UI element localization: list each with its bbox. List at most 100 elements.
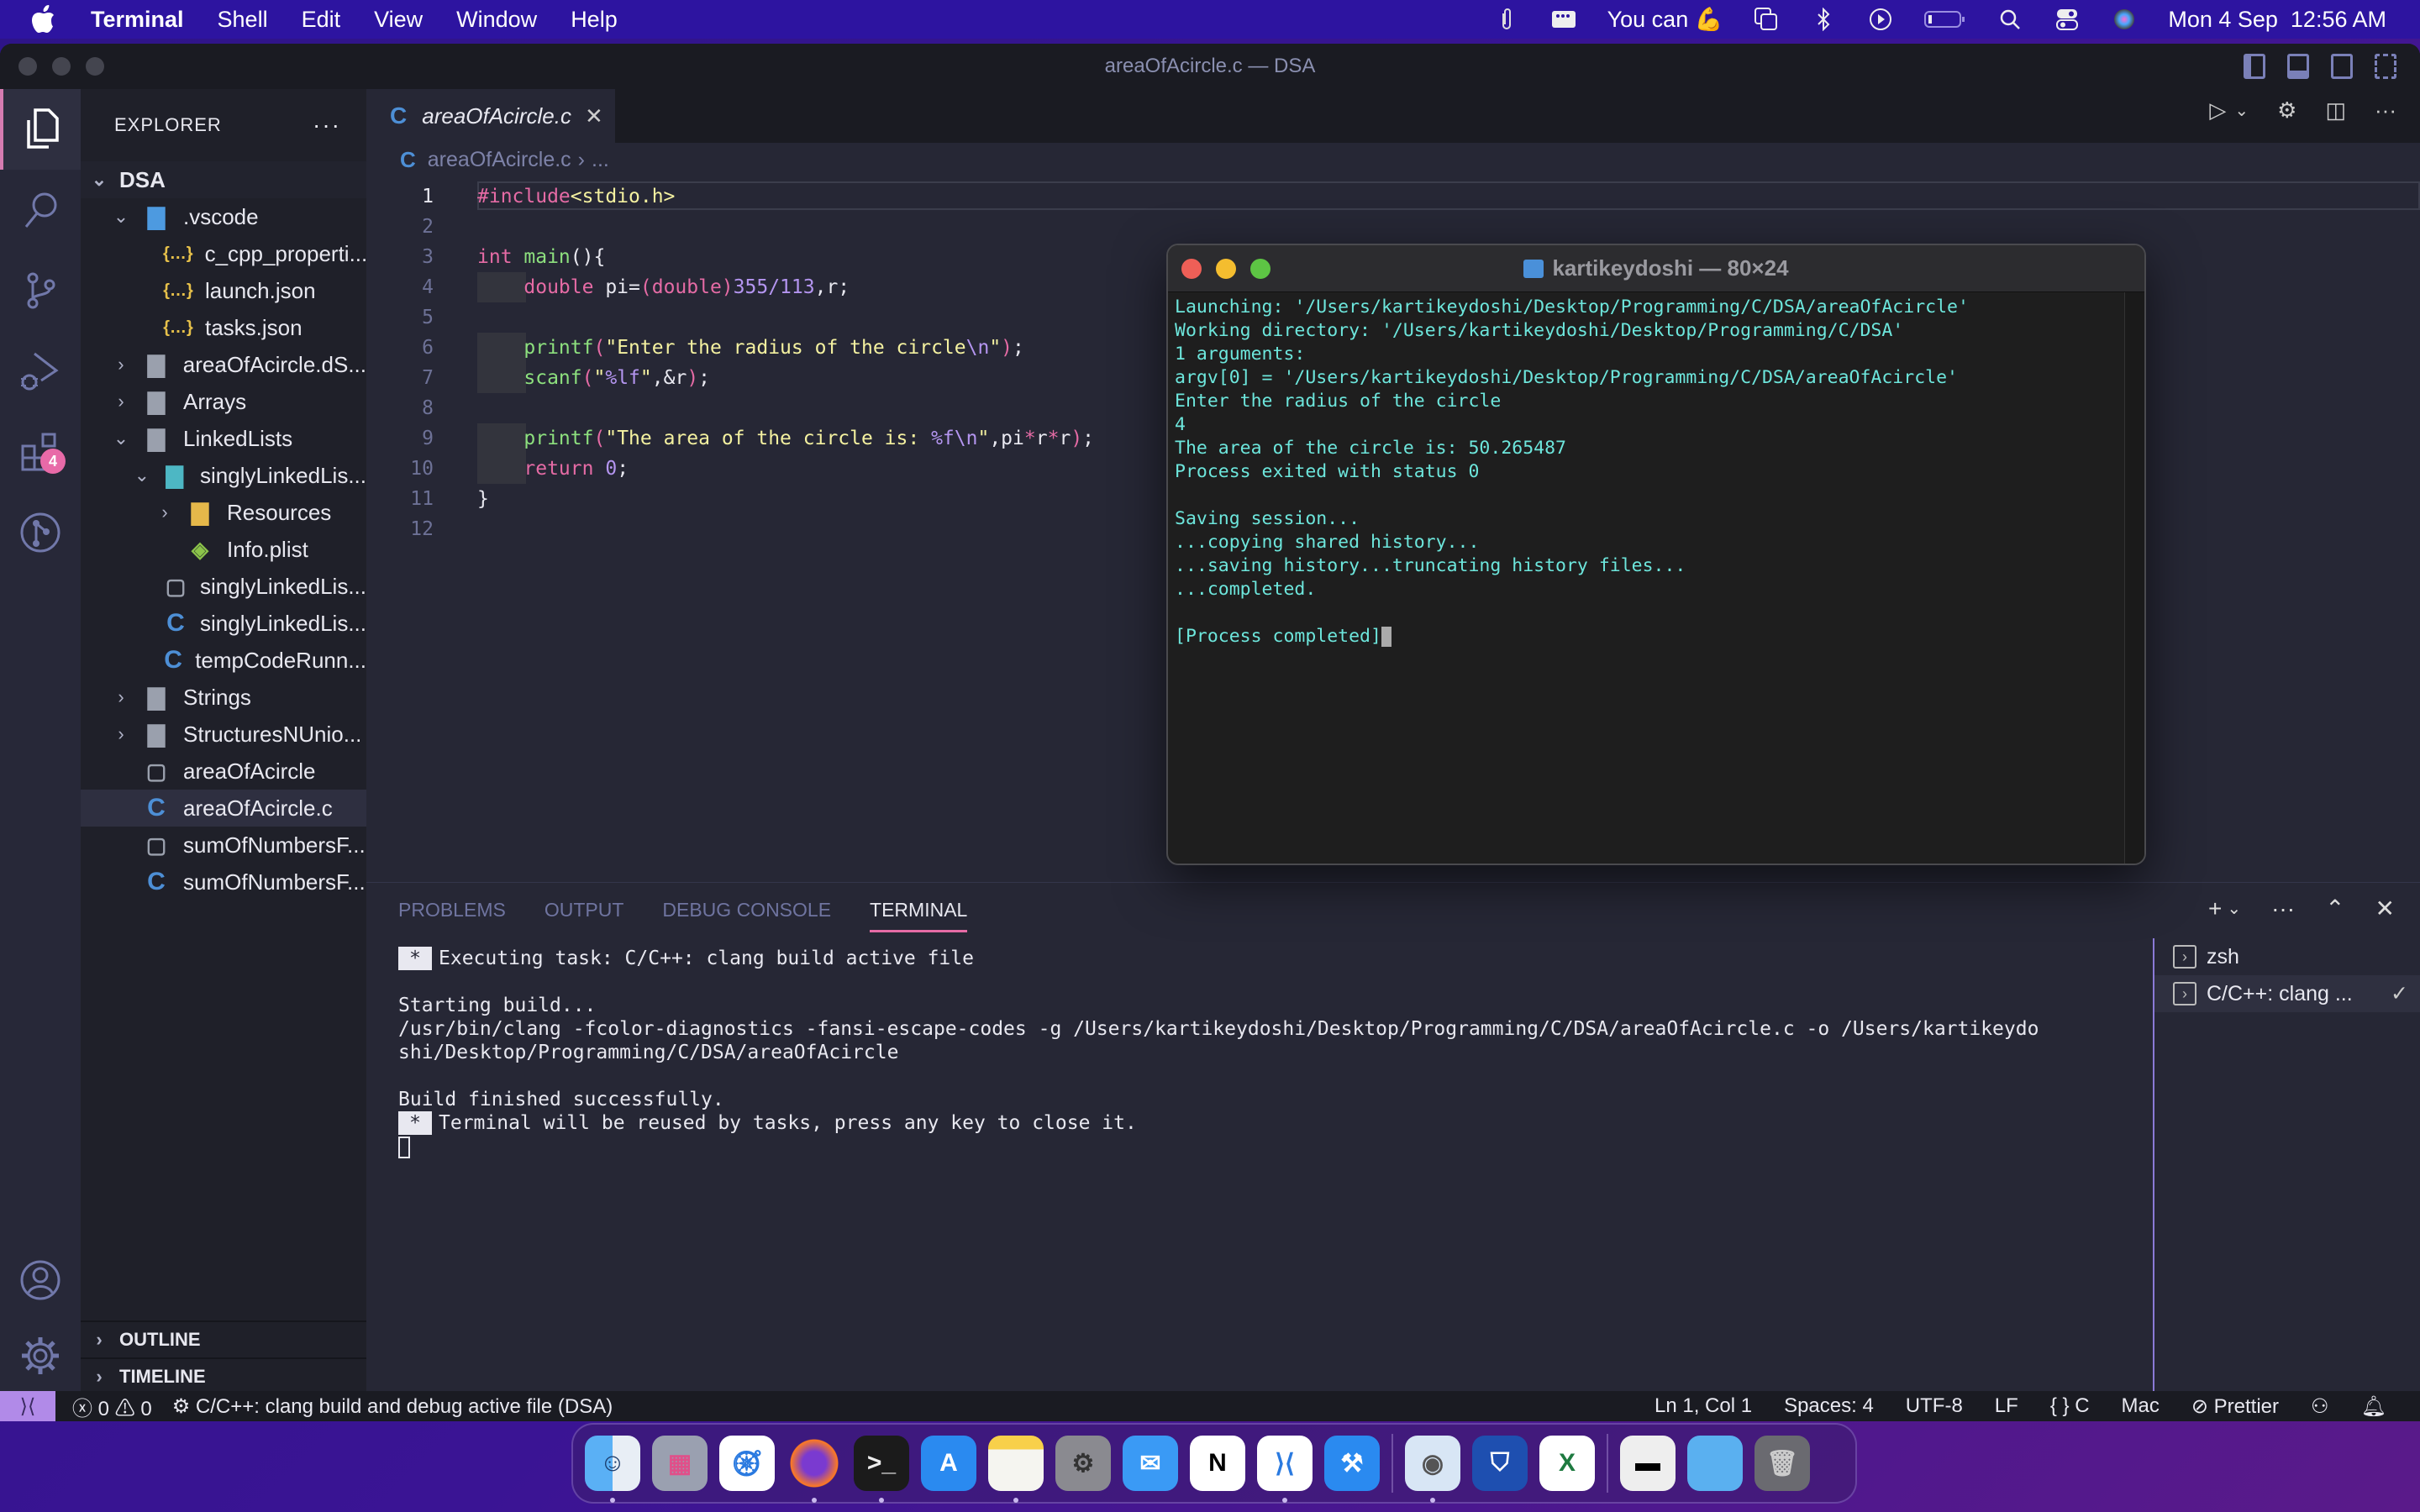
tree-item[interactable]: CareaOfAcircle.c (81, 790, 366, 827)
debug-task-status[interactable]: ⚙ C/C++: clang build and debug active fi… (172, 1394, 613, 1419)
dock-app-terminal[interactable]: >_ (854, 1436, 909, 1503)
battery-icon[interactable] (1924, 8, 1966, 31)
activity-accounts[interactable] (0, 1240, 81, 1320)
menu-shell[interactable]: Shell (218, 7, 268, 33)
terminal-minimize-button[interactable] (1216, 259, 1236, 279)
dock-app-bitwarden[interactable]: ⛉ (1472, 1436, 1528, 1491)
run-options-chevron-icon[interactable]: ⌄ (2234, 100, 2249, 121)
integrated-terminal[interactable]: * Executing task: C/C++: clang build acti… (398, 947, 2039, 1158)
cursor-position[interactable]: Ln 1, Col 1 (1655, 1394, 1752, 1418)
remote-indicator-icon[interactable]: ⟩⟨ (0, 1391, 55, 1421)
activity-explorer[interactable] (0, 89, 81, 170)
dock-app-finder[interactable]: ☺ (585, 1436, 640, 1503)
language-mode[interactable]: { } C (2050, 1394, 2090, 1418)
platform[interactable]: Mac (2122, 1394, 2160, 1418)
end-of-line[interactable]: LF (1995, 1394, 2018, 1418)
dock-app-visual-studio-code[interactable]: ⟩⟨ (1257, 1436, 1313, 1503)
menu-help[interactable]: Help (571, 7, 618, 33)
editor-more-icon[interactable]: ··· (2375, 97, 2396, 123)
dock-app-firefox[interactable] (786, 1436, 842, 1503)
apple-menu-icon[interactable] (32, 4, 59, 34)
terminal-close-button[interactable] (1181, 259, 1202, 279)
settings-gear-icon[interactable]: ⚙ (2277, 97, 2296, 123)
menu-datetime[interactable]: Mon 4 Sep 12:56 AM (2168, 7, 2386, 33)
timeline-section[interactable]: › TIMELINE (81, 1357, 366, 1394)
zoom-window-button[interactable] (86, 57, 104, 76)
tree-item[interactable]: CsinglyLinkedLis... (81, 605, 366, 642)
problems-status[interactable]: ⓧ 0 ⚠ 0 (72, 1392, 152, 1421)
dock-app-xcode[interactable]: ⚒ (1324, 1436, 1380, 1491)
dock-app-mail[interactable]: ✉ (1123, 1436, 1178, 1491)
activity-manage[interactable] (0, 1315, 81, 1396)
tree-item[interactable]: {…} tasks.json (81, 309, 366, 346)
terminal-item-zsh[interactable]: › zsh (2154, 938, 2420, 975)
breadcrumb-file[interactable]: areaOfAcircle.c (428, 148, 571, 172)
feedback-icon[interactable]: ⚇ (2311, 1394, 2329, 1419)
siri-icon[interactable] (2111, 8, 2138, 31)
customize-layout-icon[interactable] (2375, 54, 2396, 79)
menu-view[interactable]: View (374, 7, 423, 33)
dock-app-app-store[interactable]: A (921, 1436, 976, 1491)
dock-app-system-settings[interactable]: ⚙ (1055, 1436, 1111, 1491)
dock-app-microsoft-excel[interactable]: X (1539, 1436, 1595, 1491)
explorer-more-button[interactable]: ··· (313, 112, 341, 139)
tree-item[interactable]: ⌄ ▇ .vscode (81, 198, 366, 235)
tree-item[interactable]: ⌄ ▇ singlyLinkedLis... (81, 457, 366, 494)
encoding[interactable]: UTF-8 (1906, 1394, 1963, 1418)
status-text[interactable]: You can 💪 (1607, 6, 1723, 33)
dock-app-downloads[interactable] (1687, 1436, 1743, 1491)
tree-item[interactable]: CtempCodeRunn... (81, 642, 366, 679)
tab-terminal[interactable]: TERMINAL (870, 888, 968, 932)
menu-app-name[interactable]: Terminal (91, 7, 184, 33)
menu-window[interactable]: Window (456, 7, 537, 33)
toggle-panel-icon[interactable] (2287, 54, 2309, 79)
tree-item[interactable]: ◈ Info.plist (81, 531, 366, 568)
tree-item[interactable]: ▢ singlyLinkedLis... (81, 568, 366, 605)
play-icon[interactable] (1867, 8, 1894, 31)
toggle-primary-sidebar-icon[interactable] (2244, 54, 2265, 79)
menu-extra-icon[interactable] (1550, 8, 1577, 31)
activity-source-control[interactable] (0, 250, 81, 331)
tree-item[interactable]: ▢ sumOfNumbersF... (81, 827, 366, 864)
tree-item[interactable]: {…} c_cpp_properti... (81, 235, 367, 272)
terminal-item-clang[interactable]: › C/C++: clang ... ✓ (2154, 975, 2420, 1012)
tree-item[interactable]: ⌄ ▇ LinkedLists (81, 420, 366, 457)
terminal-output[interactable]: Launching: '/Users/kartikeydoshi/Desktop… (1175, 296, 1969, 648)
new-terminal-icon[interactable]: + (2208, 895, 2222, 922)
tree-root-dsa[interactable]: ⌄ DSA (81, 161, 366, 198)
tab-debug-console[interactable]: DEBUG CONSOLE (662, 899, 831, 921)
menu-edit[interactable]: Edit (302, 7, 341, 33)
terminal-scrollbar[interactable] (2124, 292, 2144, 864)
close-panel-icon[interactable]: ✕ (2375, 895, 2395, 922)
close-tab-icon[interactable]: ✕ (585, 103, 603, 129)
breadcrumb-more[interactable]: ... (592, 148, 609, 172)
dock-app-notion[interactable]: N (1190, 1436, 1245, 1491)
dock-app-screenshot[interactable]: ▬ (1620, 1436, 1676, 1491)
tree-item[interactable]: › ▇ Arrays (81, 383, 366, 420)
outline-section[interactable]: › OUTLINE (81, 1320, 366, 1357)
panel-more-icon[interactable]: ··· (2271, 895, 2295, 922)
activity-run-debug[interactable] (0, 331, 81, 412)
tree-item[interactable]: › ▇ Strings (81, 679, 366, 716)
control-center-icon[interactable] (2054, 8, 2081, 31)
tab-output[interactable]: OUTPUT (544, 899, 624, 921)
minimize-window-button[interactable] (52, 57, 71, 76)
tree-item[interactable]: {…} launch.json (81, 272, 366, 309)
screen-mirroring-icon[interactable] (1753, 8, 1780, 31)
bluetooth-icon[interactable] (1810, 8, 1837, 31)
tree-item[interactable]: CsumOfNumbersF... (81, 864, 366, 900)
dock-app-trash[interactable]: 🗑︎ (1754, 1436, 1810, 1491)
terminal-zoom-button[interactable] (1250, 259, 1270, 279)
activity-extensions[interactable]: 4 (0, 412, 81, 492)
activity-git-graph[interactable] (0, 492, 81, 573)
maximize-panel-icon[interactable]: ⌃ (2325, 895, 2344, 922)
tree-item[interactable]: › ▇ StructuresNUnio... (81, 716, 366, 753)
notifications-bell-icon[interactable]: 🔔︎ (2361, 1394, 2386, 1419)
close-window-button[interactable] (18, 57, 37, 76)
dock-app-launchpad[interactable]: ▦ (652, 1436, 708, 1491)
spotlight-search-icon[interactable] (1996, 8, 2023, 31)
tab-problems[interactable]: PROBLEMS (398, 899, 506, 921)
tree-item[interactable]: ▢ areaOfAcircle (81, 753, 366, 790)
paperclip-icon[interactable] (1493, 8, 1520, 31)
terminal-profile-chevron-icon[interactable]: ⌄ (2227, 898, 2241, 919)
